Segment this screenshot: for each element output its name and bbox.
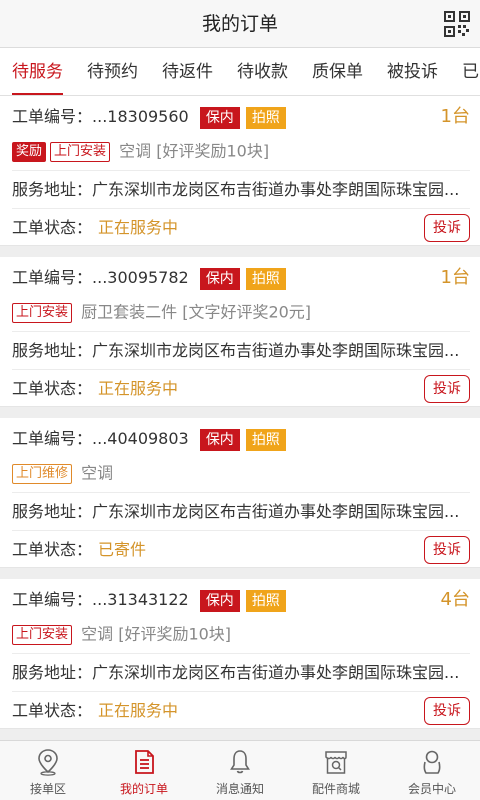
order-card[interactable]: 工单编号：...40409803 保内 拍照 上门维修 空调 服务地址：广东深圳市… <box>0 418 480 568</box>
tabbar-label: 消息通知 <box>215 782 264 796</box>
tab-completed[interactable]: 已 <box>462 48 479 95</box>
order-number-row: 工单编号：...18309560 保内 拍照 1台 <box>12 98 470 136</box>
address-row: 服务地址：广东深圳市龙岗区布吉街道办事处李朗国际珠宝园... <box>12 331 470 369</box>
status-label: 工单状态： <box>12 379 93 398</box>
address-label: 服务地址： <box>12 341 93 360</box>
complain-button[interactable]: 投诉 <box>424 536 470 564</box>
order-status: 已寄件 <box>98 540 147 559</box>
complain-button[interactable]: 投诉 <box>424 375 470 403</box>
order-number: ...30095782 <box>92 268 189 287</box>
address-label: 服务地址： <box>12 180 93 199</box>
location-pin-icon <box>38 749 58 776</box>
warranty-badge: 保内 <box>199 428 240 451</box>
address: 广东深圳市龙岗区布吉街道办事处李朗国际珠宝园... <box>92 341 460 360</box>
tabbar-item-my-orders[interactable]: 我的订单 <box>96 741 192 800</box>
tabbar-label: 会员中心 <box>407 782 456 796</box>
order-card[interactable]: 工单编号：...18309560 保内 拍照 1台 奖励 上门安装 空调 [好评奖励… <box>0 96 480 246</box>
order-number-row: 工单编号：...31343122 保内 拍照 4台 <box>12 581 470 619</box>
service-row: 上门安装 空调 [好评奖励10块] <box>12 615 470 653</box>
page-title: 我的订单 <box>201 13 278 35</box>
order-number-label: 工单编号： <box>12 268 93 287</box>
status-label: 工单状态： <box>12 701 93 720</box>
order-number-row: 工单编号：...40409803 保内 拍照 <box>12 420 470 458</box>
order-status-tabs: 待服务 待预约 待返件 待收款 质保单 被投诉 已 <box>0 48 480 96</box>
tabbar-label: 我的订单 <box>119 782 168 796</box>
order-number-row: 工单编号：...30095782 保内 拍照 1台 <box>12 259 470 297</box>
tab-pending-payment[interactable]: 待收款 <box>237 48 288 95</box>
service-row: 上门安装 厨卫套装二件 [文字好评奖20元] <box>12 293 470 331</box>
quantity: 4台 <box>440 589 470 610</box>
order-card[interactable]: 工单编号：...30095782 保内 拍照 1台 上门安装 厨卫套装二件 [文字… <box>0 257 480 407</box>
address-label: 服务地址： <box>12 502 93 521</box>
service-type-tag: 上门维修 <box>12 463 73 484</box>
address-row: 服务地址：广东深圳市龙岗区布吉街道办事处李朗国际珠宝园... <box>12 170 470 208</box>
status-row: 工单状态： 正在服务中 投诉 <box>12 369 470 407</box>
order-list: 工单编号：...18309560 保内 拍照 1台 奖励 上门安装 空调 [好评奖励… <box>0 96 480 740</box>
service-row: 奖励 上门安装 空调 [好评奖励10块] <box>12 132 470 170</box>
warranty-badge: 保内 <box>199 589 240 612</box>
store-icon <box>325 751 347 774</box>
tab-pending-return[interactable]: 待返件 <box>162 48 213 95</box>
photo-badge: 拍照 <box>245 106 286 129</box>
address-row: 服务地址：广东深圳市龙岗区布吉街道办事处李朗国际珠宝园... <box>12 492 470 530</box>
warranty-badge: 保内 <box>199 106 240 129</box>
order-number-label: 工单编号： <box>12 429 93 448</box>
warranty-badge: 保内 <box>199 267 240 290</box>
order-status: 正在服务中 <box>98 218 179 237</box>
user-icon <box>423 750 441 774</box>
order-list-icon <box>135 750 154 774</box>
address: 广东深圳市龙岗区布吉街道办事处李朗国际珠宝园... <box>92 180 460 199</box>
status-label: 工单状态： <box>12 218 93 237</box>
service-row: 上门维修 空调 <box>12 454 470 492</box>
tab-warranty[interactable]: 质保单 <box>312 48 363 95</box>
tabbar-label: 接单区 <box>29 782 66 796</box>
address-row: 服务地址：广东深圳市龙岗区布吉街道办事处李朗国际珠宝园... <box>12 653 470 691</box>
tabbar-item-messages[interactable]: 消息通知 <box>192 741 288 800</box>
status-row: 工单状态： 已寄件 投诉 <box>12 530 470 568</box>
photo-badge: 拍照 <box>245 589 286 612</box>
quantity: 1台 <box>440 267 470 288</box>
service-type-tag: 上门安装 <box>12 302 73 323</box>
order-status: 正在服务中 <box>98 379 179 398</box>
status-label: 工单状态： <box>12 540 93 559</box>
status-row: 工单状态： 正在服务中 投诉 <box>12 691 470 729</box>
tabbar-item-parts-store[interactable]: 配件商城 <box>288 741 384 800</box>
address-label: 服务地址： <box>12 663 93 682</box>
order-number: ...31343122 <box>92 590 189 609</box>
tabbar-item-member-center[interactable]: 会员中心 <box>384 741 480 800</box>
app-header: 我的订单 <box>0 0 480 48</box>
order-number: ...18309560 <box>92 107 189 126</box>
quantity: 1台 <box>440 106 470 127</box>
order-status: 正在服务中 <box>98 701 179 720</box>
complain-button[interactable]: 投诉 <box>424 214 470 242</box>
bell-icon <box>230 750 250 774</box>
tabbar-item-order-hall[interactable]: 接单区 <box>0 741 96 800</box>
photo-badge: 拍照 <box>245 267 286 290</box>
service-description: 空调 [好评奖励10块] <box>119 141 270 161</box>
address: 广东深圳市龙岗区布吉街道办事处李朗国际珠宝园... <box>92 663 460 682</box>
photo-badge: 拍照 <box>245 428 286 451</box>
service-type-tag: 上门安装 <box>12 624 73 645</box>
bottom-tab-bar: 接单区 我的订单 消息通知 配件商城 会员中心 <box>0 740 480 800</box>
tab-pending-appointment[interactable]: 待预约 <box>87 48 138 95</box>
reward-tag: 奖励 <box>12 141 47 162</box>
service-description: 厨卫套装二件 [文字好评奖20元] <box>81 302 312 322</box>
order-number-label: 工单编号： <box>12 590 93 609</box>
qr-code-icon[interactable] <box>444 11 470 37</box>
status-row: 工单状态： 正在服务中 投诉 <box>12 208 470 246</box>
complain-button[interactable]: 投诉 <box>424 697 470 725</box>
address: 广东深圳市龙岗区布吉街道办事处李朗国际珠宝园... <box>92 502 460 521</box>
service-description: 空调 <box>81 463 114 483</box>
service-description: 空调 [好评奖励10块] <box>81 624 232 644</box>
service-type-tag: 上门安装 <box>50 141 111 162</box>
order-number-label: 工单编号： <box>12 107 93 126</box>
order-card[interactable]: 工单编号：...31343122 保内 拍照 4台 上门安装 空调 [好评奖励10… <box>0 579 480 729</box>
tab-complained[interactable]: 被投诉 <box>387 48 438 95</box>
tabbar-label: 配件商城 <box>311 782 360 796</box>
tab-pending-service[interactable]: 待服务 <box>12 48 63 95</box>
order-number: ...40409803 <box>92 429 189 448</box>
